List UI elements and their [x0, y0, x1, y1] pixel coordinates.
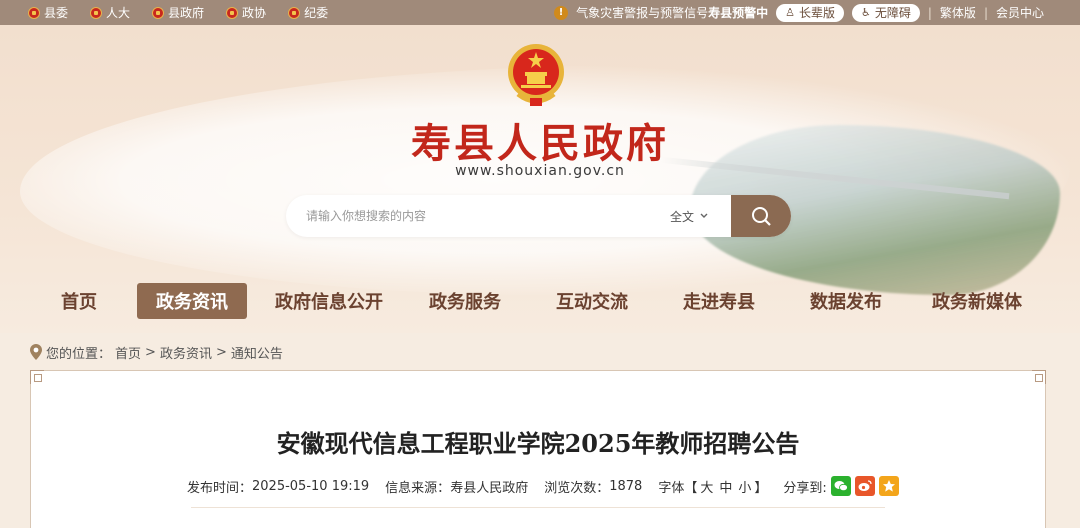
breadcrumb-home[interactable]: 首页	[115, 343, 141, 362]
font-size-large-button[interactable]: 大	[697, 477, 716, 496]
topbar-link-npc[interactable]: 人大	[90, 4, 130, 21]
divider	[191, 507, 885, 508]
search-scope-dropdown[interactable]: 全文	[670, 195, 708, 237]
nav-home[interactable]: 首页	[48, 283, 110, 319]
wechat-icon	[834, 481, 848, 492]
source-value: 寿县人民政府	[450, 480, 529, 496]
publish-label: 发布时间：	[187, 480, 253, 496]
national-emblem-icon	[152, 6, 165, 19]
party-emblem-icon	[28, 6, 40, 19]
topbar-link-discipline[interactable]: 纪委	[288, 4, 328, 21]
breadcrumb-separator: >	[145, 344, 156, 360]
publish-time: 2025-05-10 19:19	[252, 478, 370, 494]
member-center-link[interactable]: 会员中心	[996, 4, 1044, 21]
topbar-link-county-gov[interactable]: 县政府	[152, 4, 204, 21]
nav-info-disclosure[interactable]: 政府信息公开	[266, 283, 392, 319]
share-weibo-button[interactable]	[854, 476, 875, 496]
wheelchair-icon: ♿	[860, 6, 871, 19]
topbar-right: ! 气象灾害警报与预警信号寿县预警中 ♙ 长辈版 ♿ 无障碍 | 繁体版 | 会员中…	[554, 0, 1044, 25]
article-title: 安徽现代信息工程职业学院2025年教师招聘公告	[276, 429, 800, 458]
search-bar: 全文	[286, 195, 791, 237]
elder-mode-button[interactable]: ♙ 长辈版	[776, 3, 844, 22]
traditional-chinese-link[interactable]: 繁体版	[940, 4, 976, 21]
font-size-close: 】	[754, 480, 768, 496]
search-input[interactable]	[306, 195, 666, 237]
search-button[interactable]	[731, 195, 791, 237]
party-emblem-icon	[288, 6, 301, 19]
decorative-corner	[30, 370, 44, 384]
elder-icon: ♙	[785, 6, 795, 19]
font-size-label: 字体【	[658, 480, 698, 496]
font-size-small-button[interactable]: 小	[735, 477, 754, 496]
site-url: www.shouxian.gov.cn	[455, 163, 625, 179]
chevron-down-icon	[700, 213, 708, 218]
location-pin-icon	[30, 344, 42, 360]
cppcc-emblem-icon	[226, 6, 239, 19]
breadcrumb: 您的位置： 首页 > 政务资讯 > 通知公告	[30, 342, 283, 362]
national-emblem-icon	[508, 44, 564, 106]
breadcrumb-prefix: 您的位置：	[46, 346, 112, 362]
warning-icon: !	[554, 5, 569, 20]
header-banner: 寿县人民政府 www.shouxian.gov.cn 全文 首页 政务资讯 政府…	[0, 25, 1080, 333]
top-bar: 县委 人大 县政府 政协 纪委 ! 气象灾害警报与预警信号寿县预警中 ♙ 长辈版 …	[0, 0, 1080, 25]
weather-warning-link[interactable]: 气象灾害警报与预警信号寿县预警中	[576, 4, 768, 21]
topbar-link-cppcc[interactable]: 政协	[226, 4, 266, 21]
breadcrumb-government-news[interactable]: 政务资讯	[160, 343, 212, 362]
nav-government-services[interactable]: 政务服务	[420, 283, 510, 319]
accessible-mode-button[interactable]: ♿ 无障碍	[851, 3, 920, 22]
share-wechat-button[interactable]	[830, 476, 851, 496]
views-label: 浏览次数：	[544, 480, 610, 496]
nav-new-media[interactable]: 政务新媒体	[922, 283, 1032, 319]
font-size-medium-button[interactable]: 中	[716, 477, 735, 496]
breadcrumb-separator: >	[215, 344, 227, 360]
article-panel: 安徽现代信息工程职业学院2025年教师招聘公告 发布时间： 2025-05-10…	[30, 370, 1046, 528]
topbar-link-county-committee[interactable]: 县委	[28, 4, 68, 21]
nav-data-release[interactable]: 数据发布	[801, 283, 891, 319]
national-emblem-icon	[90, 6, 103, 19]
breadcrumb-notices[interactable]: 通知公告	[231, 343, 283, 362]
share-label: 分享到:	[783, 480, 827, 496]
topbar-links: 县委 人大 县政府 政协 纪委	[28, 0, 328, 25]
main-nav: 首页 政务资讯 政府信息公开 政务服务 互动交流 走进寿县 数据发布 政务新媒体	[0, 283, 1080, 319]
search-icon	[752, 207, 771, 226]
qzone-icon	[882, 480, 895, 492]
separator: |	[983, 5, 988, 20]
views-count: 1878	[609, 478, 643, 494]
nav-about-shouxian[interactable]: 走进寿县	[674, 283, 764, 319]
source-label: 信息来源：	[385, 480, 451, 496]
site-title: 寿县人民政府	[411, 120, 669, 167]
nav-interaction[interactable]: 互动交流	[547, 283, 637, 319]
share-qzone-button[interactable]	[878, 476, 899, 496]
article-meta: 发布时间： 2025-05-10 19:19 信息来源： 寿县人民政府 浏览次数…	[187, 475, 899, 497]
weibo-icon	[858, 480, 872, 491]
separator: |	[927, 5, 932, 20]
decorative-corner	[1032, 370, 1046, 384]
nav-government-news[interactable]: 政务资讯	[137, 283, 247, 319]
